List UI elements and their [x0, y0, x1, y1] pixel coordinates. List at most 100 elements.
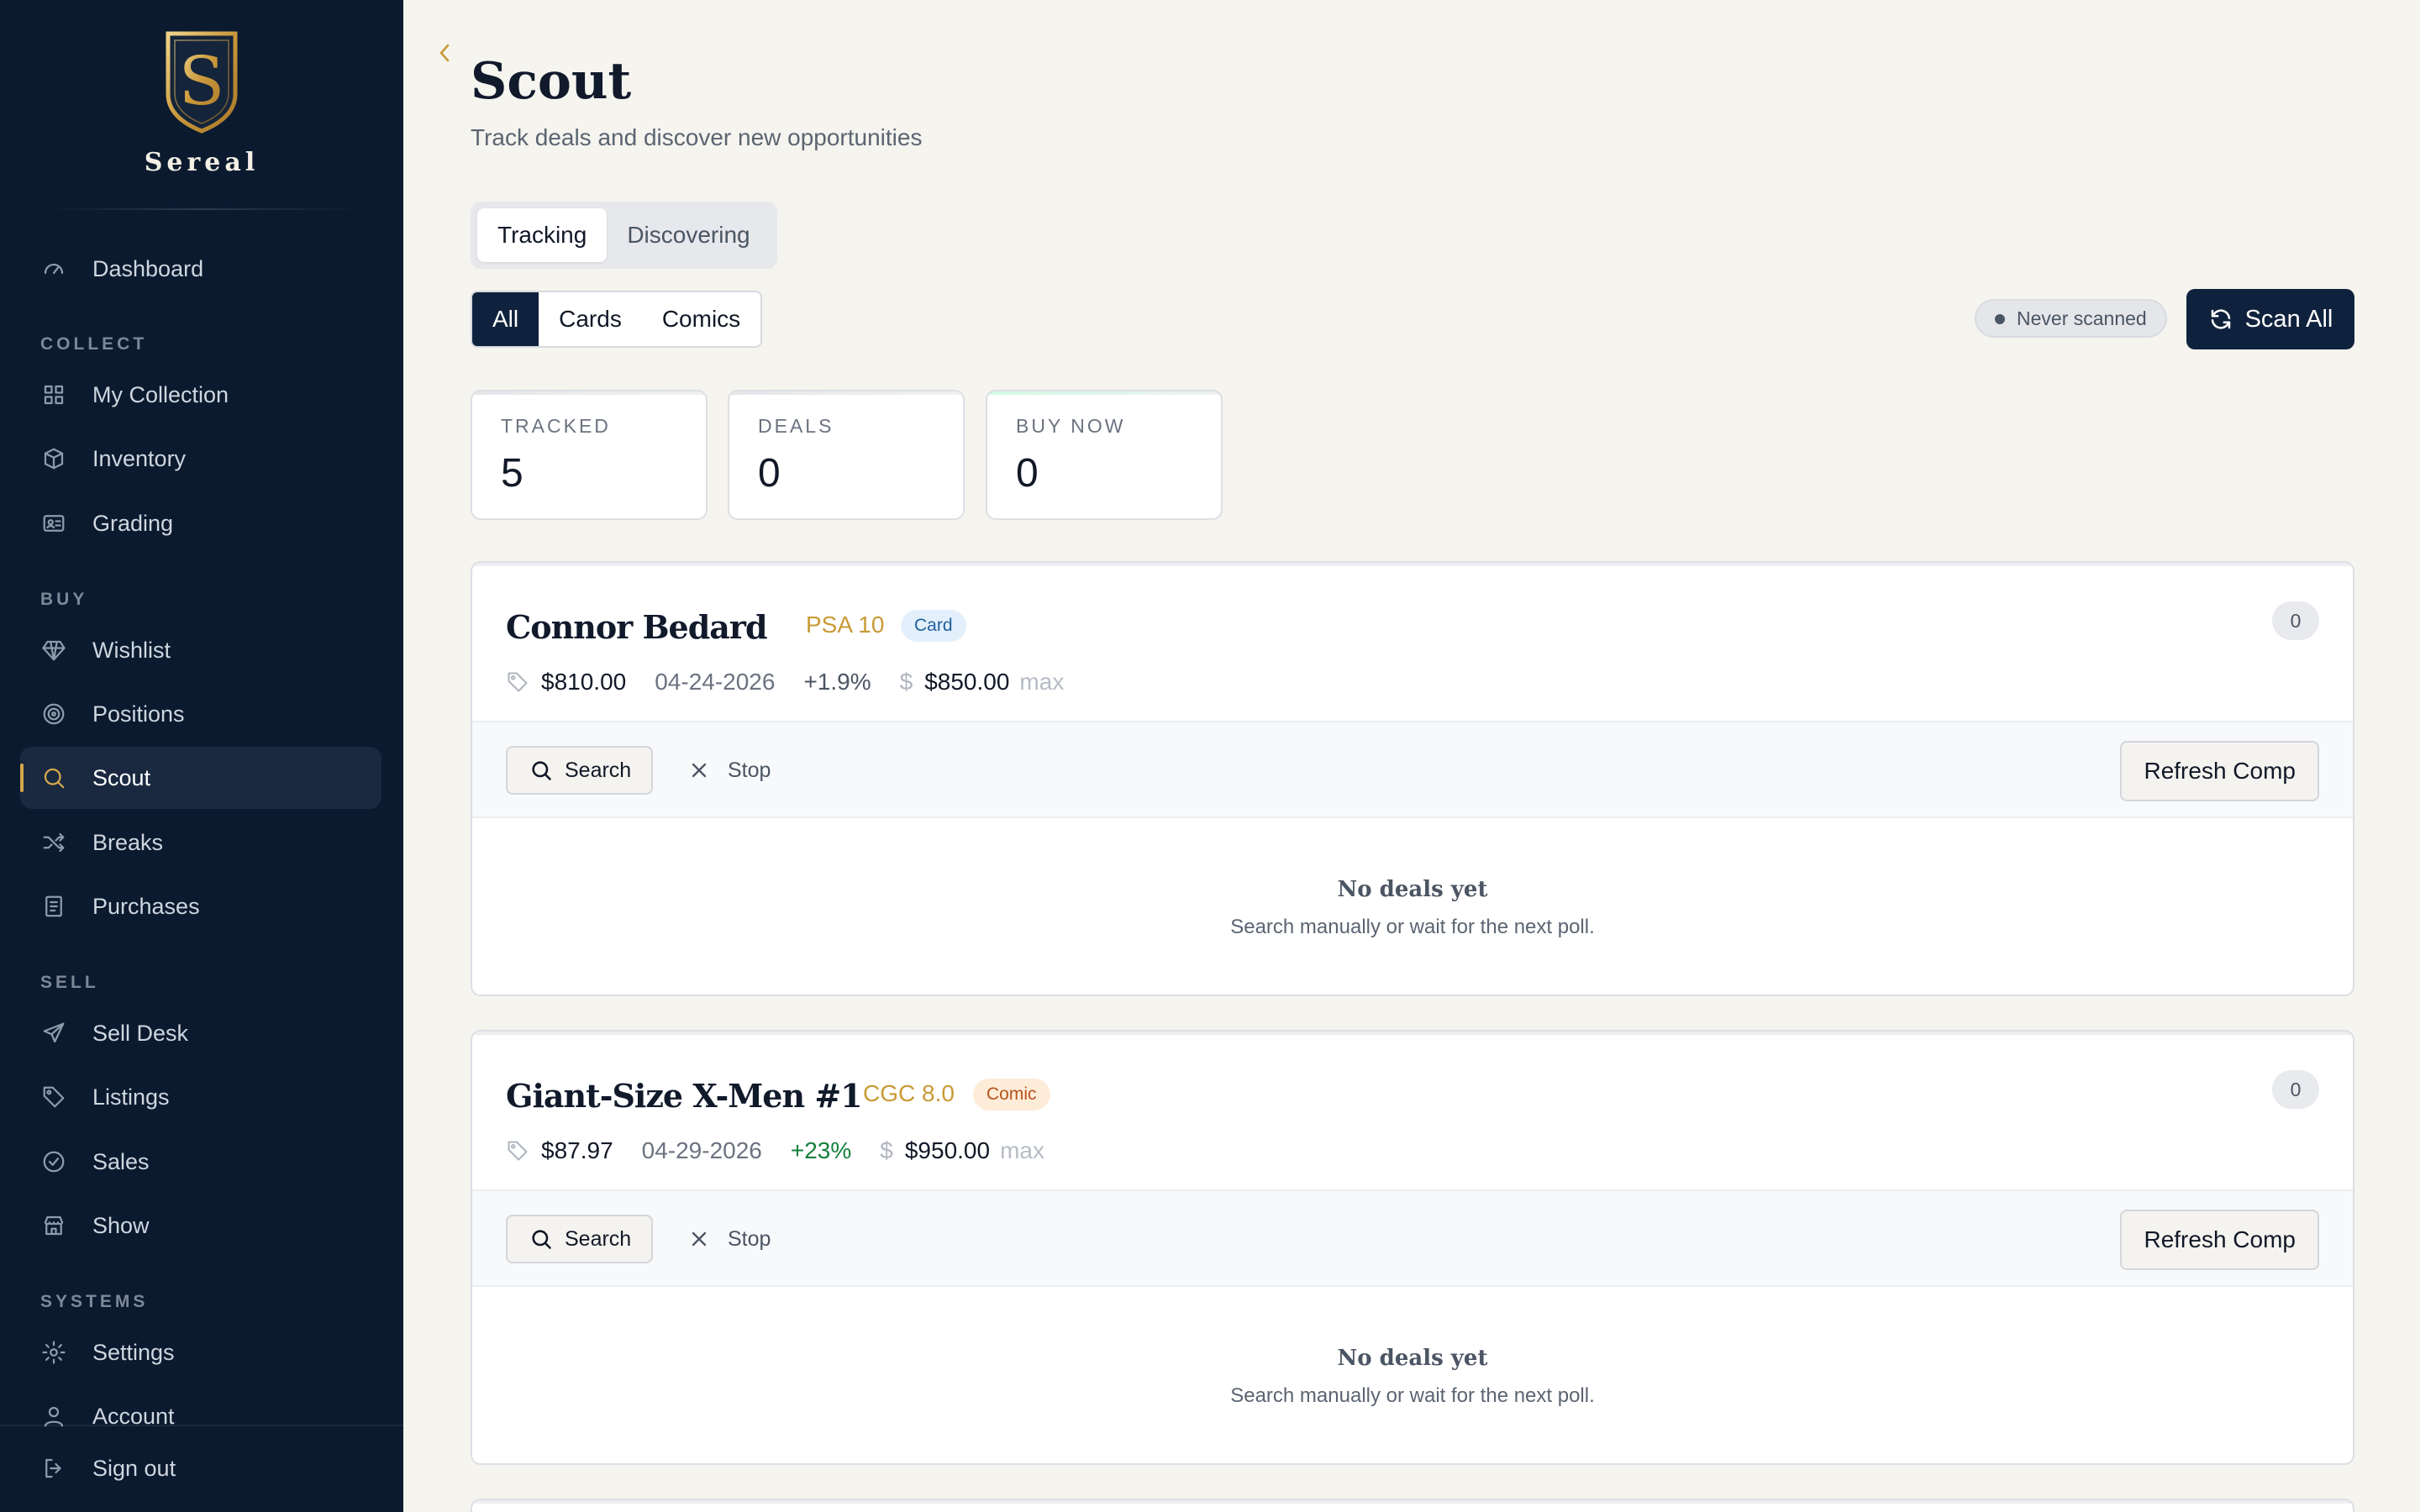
- page-subtitle: Track deals and discover new opportuniti…: [471, 124, 923, 150]
- sidebar-item-label: Wishlist: [92, 637, 171, 663]
- stat-value: 5: [501, 451, 523, 496]
- target-icon: [40, 701, 67, 727]
- sidebar-item-label: Sell Desk: [92, 1020, 189, 1046]
- deal-card: [471, 1499, 2354, 1512]
- sidebar-item-listings[interactable]: Listings: [20, 1066, 381, 1128]
- tab-discovering[interactable]: Discovering: [607, 208, 770, 262]
- sidebar-item-label: Scout: [92, 764, 151, 790]
- gear-icon: [40, 1339, 67, 1366]
- sidebar: S Sereal Dashboard COLLECT My Collection…: [0, 0, 403, 1512]
- max-label: max: [1019, 669, 1065, 695]
- deal-actions: Search Stop Refresh Comp: [472, 1189, 2353, 1287]
- sidebar-item-dashboard[interactable]: Dashboard: [20, 238, 381, 300]
- type-badge: Comic: [973, 1079, 1050, 1110]
- section-label-collect: COLLECT: [40, 334, 148, 354]
- brand-logo[interactable]: S Sereal: [0, 27, 403, 177]
- price-change: +1.9%: [803, 669, 871, 695]
- deal-meta: $87.97 04-29-2026 +23% $ $950.00 max: [506, 1134, 1044, 1168]
- last-date: 04-29-2026: [641, 1137, 762, 1163]
- id-card-icon: [40, 510, 67, 537]
- sidebar-item-show[interactable]: Show: [20, 1194, 381, 1257]
- sidebar-divider: [0, 1425, 403, 1426]
- sidebar-item-label: Grading: [92, 510, 174, 536]
- deal-name[interactable]: Giant-Size X-Men #1: [506, 1077, 863, 1115]
- refresh-comp-button[interactable]: Refresh Comp: [2120, 1210, 2319, 1270]
- logo-divider: [42, 208, 361, 210]
- filter-cards[interactable]: Cards: [539, 292, 642, 346]
- main-content: Scout Track deals and discover new oppor…: [403, 0, 2420, 1512]
- view-tabs: Tracking Discovering: [471, 202, 777, 269]
- sidebar-item-sales[interactable]: Sales: [20, 1131, 381, 1193]
- diamond-icon: [40, 637, 67, 664]
- sidebar-item-breaks[interactable]: Breaks: [20, 811, 381, 874]
- sidebar-item-settings[interactable]: Settings: [20, 1321, 381, 1383]
- search-button[interactable]: Search: [506, 746, 654, 795]
- stat-card-tracked: TRACKED 5: [471, 390, 708, 520]
- check-circle-icon: [40, 1148, 67, 1175]
- empty-state-subtitle: Search manually or wait for the next pol…: [1230, 916, 1595, 938]
- grid-icon: [40, 381, 67, 408]
- dollar-icon: $: [899, 669, 913, 695]
- receipt-icon: [40, 893, 67, 920]
- refresh-icon: [2211, 309, 2230, 329]
- sidebar-item-inventory[interactable]: Inventory: [20, 428, 381, 490]
- scan-status-badge: Never scanned: [1975, 299, 2167, 338]
- stop-button[interactable]: Stop: [687, 1215, 771, 1263]
- last-date: 04-24-2026: [655, 669, 776, 695]
- scan-all-label: Scan All: [2244, 305, 2333, 333]
- box-icon: [40, 445, 67, 472]
- send-icon: [40, 1020, 67, 1047]
- price-change: +23%: [790, 1137, 852, 1163]
- search-button[interactable]: Search: [506, 1215, 654, 1263]
- sidebar-item-grading[interactable]: Grading: [20, 492, 381, 554]
- deal-name[interactable]: Connor Bedard: [506, 608, 768, 646]
- shield-logo-icon: S: [166, 31, 238, 134]
- sidebar-item-purchases[interactable]: Purchases: [20, 875, 381, 937]
- brand-name: Sereal: [144, 148, 260, 177]
- sidebar-item-positions[interactable]: Positions: [20, 683, 381, 745]
- tab-tracking[interactable]: Tracking: [477, 208, 608, 262]
- sidebar-item-label: Sales: [92, 1148, 150, 1174]
- deal-card: Giant-Size X-Men #1 CGC 8.0 Comic 0 $87.…: [471, 1030, 2354, 1465]
- log-out-icon: [40, 1455, 67, 1482]
- stat-label: BUY NOW: [1016, 415, 1126, 437]
- chevron-left-icon[interactable]: [434, 40, 455, 66]
- stop-button[interactable]: Stop: [687, 746, 771, 795]
- last-price: $87.97: [541, 1137, 613, 1163]
- sidebar-item-scout[interactable]: Scout: [20, 747, 381, 809]
- sidebar-item-label: Sign out: [92, 1455, 176, 1481]
- max-label: max: [1000, 1137, 1044, 1163]
- sidebar-item-label: Breaks: [92, 829, 164, 855]
- filter-comics[interactable]: Comics: [642, 292, 760, 346]
- stat-value: 0: [1016, 451, 1039, 496]
- empty-state-title: No deals yet: [1337, 877, 1488, 902]
- category-filter: All Cards Comics: [471, 291, 763, 348]
- section-label-buy: BUY: [40, 590, 88, 609]
- tag-icon: [40, 1084, 67, 1110]
- sidebar-item-label: Settings: [92, 1339, 175, 1365]
- search-button-label: Search: [565, 1226, 632, 1251]
- deal-actions: Search Stop Refresh Comp: [472, 721, 2353, 818]
- sidebar-item-label: Inventory: [92, 445, 187, 471]
- search-icon: [532, 761, 551, 780]
- sidebar-item-my-collection[interactable]: My Collection: [20, 364, 381, 426]
- logo-monogram: S: [179, 42, 225, 120]
- refresh-comp-button[interactable]: Refresh Comp: [2120, 741, 2319, 801]
- close-icon: [692, 763, 707, 778]
- deal-card: Connor Bedard PSA 10 Card 0 $810.00 04-2…: [471, 561, 2354, 996]
- sidebar-item-sell-desk[interactable]: Sell Desk: [20, 1002, 381, 1064]
- sidebar-item-label: Dashboard: [92, 255, 204, 281]
- empty-state-title: No deals yet: [1337, 1346, 1488, 1371]
- stat-card-buy-now: BUY NOW 0: [986, 390, 1223, 520]
- scan-all-button[interactable]: Scan All: [2186, 289, 2354, 349]
- shuffle-icon: [40, 829, 67, 856]
- filter-all[interactable]: All: [472, 292, 539, 346]
- tag-icon: [508, 1141, 528, 1161]
- last-price: $810.00: [541, 669, 627, 695]
- deal-meta: $810.00 04-24-2026 +1.9% $ $850.00 max: [506, 665, 1064, 699]
- sidebar-item-wishlist[interactable]: Wishlist: [20, 619, 381, 681]
- gauge-icon: [40, 255, 67, 282]
- sidebar-item-sign-out[interactable]: Sign out: [20, 1437, 381, 1499]
- deal-grade: CGC 8.0: [863, 1080, 955, 1106]
- stat-value: 0: [758, 451, 781, 496]
